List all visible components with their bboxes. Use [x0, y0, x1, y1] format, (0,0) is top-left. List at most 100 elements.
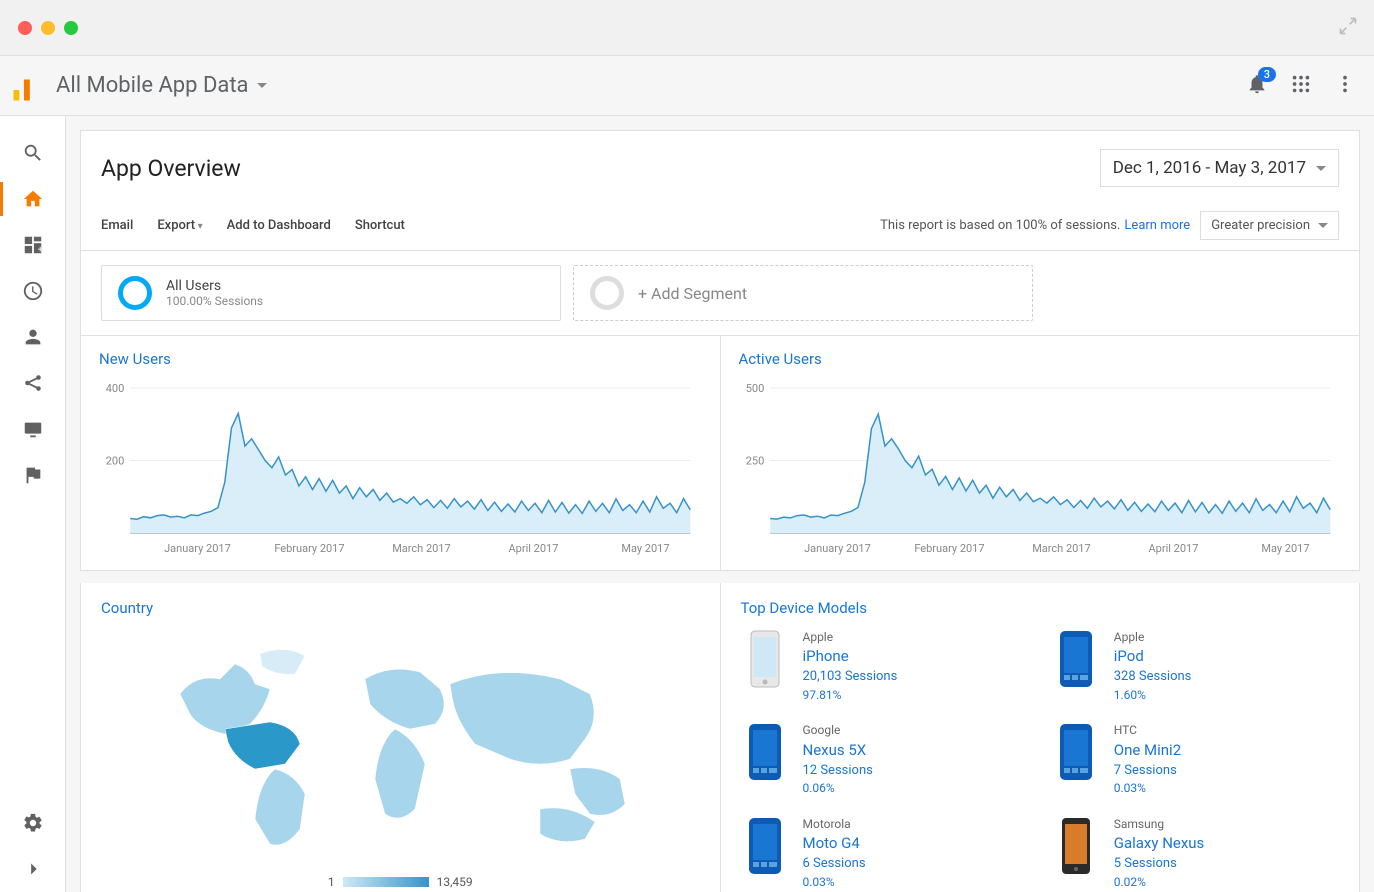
window-maximize-button[interactable]	[64, 21, 78, 35]
clock-icon	[22, 280, 44, 302]
device-percentage: 0.06%	[803, 780, 873, 797]
add-segment-label: + Add Segment	[638, 284, 747, 303]
svg-text:March 2017: March 2017	[1032, 542, 1091, 555]
device-brand: Apple	[803, 629, 898, 646]
apps-grid-button[interactable]	[1290, 73, 1312, 99]
device-item[interactable]: Apple iPhone 20,103 Sessions 97.81%	[741, 629, 1028, 704]
device-sessions: 12 Sessions	[803, 762, 873, 781]
svg-text:April 2017: April 2017	[1148, 542, 1198, 555]
device-sessions: 7 Sessions	[1114, 762, 1181, 781]
sidebar-admin[interactable]	[0, 800, 65, 846]
export-button[interactable]: Export	[157, 218, 202, 233]
sidebar-acquisition[interactable]	[0, 360, 65, 406]
panel-title: Country	[101, 599, 700, 617]
date-range-picker[interactable]: Dec 1, 2016 - May 3, 2017	[1100, 149, 1339, 187]
resize-icon[interactable]	[1338, 16, 1358, 36]
window-titlebar	[0, 0, 1374, 56]
device-icon	[741, 629, 789, 689]
add-to-dashboard-button[interactable]: Add to Dashboard	[227, 218, 331, 233]
caret-down-icon	[257, 83, 267, 88]
svg-text:January 2017: January 2017	[164, 542, 231, 555]
device-brand: Google	[803, 722, 873, 739]
svg-text:February 2017: February 2017	[914, 542, 984, 555]
new-users-chart-panel: New Users 200400January 2017February 201…	[81, 336, 720, 570]
map-legend: 1 13,459	[101, 875, 700, 889]
more-menu-button[interactable]	[1334, 73, 1356, 99]
device-sessions: 5 Sessions	[1114, 855, 1205, 874]
device-item[interactable]: Samsung Galaxy Nexus 5 Sessions 0.02%	[1052, 816, 1339, 891]
segment-subtitle: 100.00% Sessions	[166, 294, 263, 308]
sidebar-behavior[interactable]	[0, 406, 65, 452]
svg-text:May 2017: May 2017	[1261, 542, 1309, 555]
email-button[interactable]: Email	[101, 218, 133, 233]
legend-min: 1	[328, 875, 335, 889]
content-area: App Overview Dec 1, 2016 - May 3, 2017 E…	[66, 116, 1374, 892]
device-item[interactable]: Motorola Moto G4 6 Sessions 0.03%	[741, 816, 1028, 891]
svg-text:March 2017: March 2017	[392, 542, 451, 555]
charts-row: New Users 200400January 2017February 201…	[80, 336, 1360, 571]
date-range-text: Dec 1, 2016 - May 3, 2017	[1113, 158, 1306, 178]
legend-gradient	[343, 877, 429, 887]
shortcut-button[interactable]: Shortcut	[355, 218, 405, 233]
device-icon	[741, 816, 789, 876]
page-header: App Overview Dec 1, 2016 - May 3, 2017	[80, 130, 1360, 201]
device-percentage: 0.03%	[1114, 780, 1181, 797]
svg-text:January 2017: January 2017	[804, 542, 871, 555]
apps-grid-icon	[1290, 73, 1312, 95]
screen-icon	[22, 418, 44, 440]
window-close-button[interactable]	[18, 21, 32, 35]
sidebar-home[interactable]	[0, 176, 65, 222]
panel-title: Top Device Models	[741, 599, 1340, 617]
sidebar-customization[interactable]: +	[0, 222, 65, 268]
active-users-chart: 250 500 January 2017 February 2017 March 201…	[739, 378, 1342, 558]
world-map[interactable]	[101, 629, 700, 869]
sidebar-audience[interactable]	[0, 314, 65, 360]
page-title: App Overview	[101, 155, 241, 182]
svg-text:250: 250	[745, 455, 764, 468]
property-selector[interactable]: All Mobile App Data	[56, 73, 267, 98]
precision-label: Greater precision	[1211, 218, 1310, 233]
sidebar-realtime[interactable]	[0, 268, 65, 314]
share-icon	[22, 372, 44, 394]
device-item[interactable]: Apple iPod 328 Sessions 1.60%	[1052, 629, 1339, 704]
device-percentage: 0.02%	[1114, 874, 1205, 891]
legend-max: 13,459	[437, 875, 473, 889]
analytics-logo-icon	[6, 68, 42, 104]
svg-text:May 2017: May 2017	[621, 542, 669, 555]
sidebar-search[interactable]	[0, 130, 65, 176]
learn-more-link[interactable]: Learn more	[1124, 218, 1190, 233]
precision-selector[interactable]: Greater precision	[1200, 211, 1339, 240]
segment-ring-icon	[118, 276, 152, 310]
device-sessions: 328 Sessions	[1114, 668, 1192, 687]
notification-count-badge: 3	[1258, 67, 1276, 82]
chart-title: Active Users	[739, 350, 1342, 368]
device-item[interactable]: HTC One Mini2 7 Sessions 0.03%	[1052, 722, 1339, 797]
device-model: iPhone	[803, 646, 898, 668]
notifications-button[interactable]: 3	[1246, 73, 1268, 99]
device-brand: Apple	[1114, 629, 1192, 646]
device-brand: HTC	[1114, 722, 1181, 739]
chart-title: New Users	[99, 350, 702, 368]
device-model: Moto G4	[803, 833, 866, 855]
device-model: One Mini2	[1114, 740, 1181, 762]
sidebar-conversions[interactable]	[0, 452, 65, 498]
device-percentage: 1.60%	[1114, 687, 1192, 704]
device-item[interactable]: Google Nexus 5X 12 Sessions 0.06%	[741, 722, 1028, 797]
search-icon	[22, 142, 44, 164]
sidebar-collapse[interactable]	[0, 846, 65, 892]
window-minimize-button[interactable]	[41, 21, 55, 35]
caret-down-icon	[1318, 223, 1328, 228]
device-percentage: 0.03%	[803, 874, 866, 891]
report-basis-text: This report is based on 100% of sessions…	[880, 218, 1120, 233]
svg-text:400: 400	[106, 382, 125, 395]
add-segment-button[interactable]: + Add Segment	[573, 265, 1033, 321]
flag-icon	[22, 464, 44, 486]
chevron-right-icon	[22, 858, 44, 880]
device-model: Nexus 5X	[803, 740, 873, 762]
devices-panel: Top Device Models Apple iPhone 20,103 Se…	[720, 583, 1360, 892]
svg-text:500: 500	[745, 382, 764, 395]
segment-ring-icon	[590, 276, 624, 310]
svg-text:+: +	[37, 245, 42, 255]
segment-all-users[interactable]: All Users 100.00% Sessions	[101, 265, 561, 321]
bottom-row: Country	[80, 583, 1360, 892]
